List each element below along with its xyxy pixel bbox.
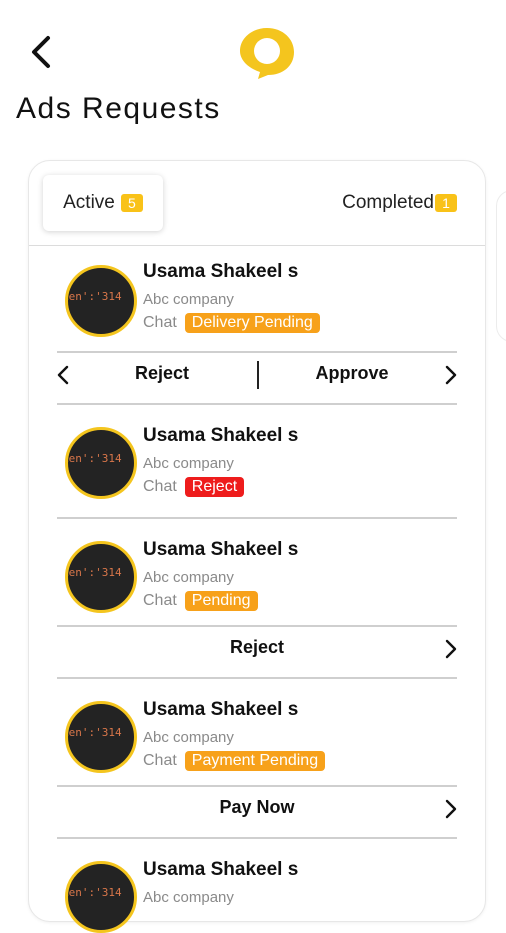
chat-row: Chat Delivery Pending: [143, 313, 320, 333]
tab-active[interactable]: Active 5: [43, 175, 163, 231]
divider: [57, 403, 457, 405]
action-row: Reject: [57, 625, 457, 673]
list-item[interactable]: ken':'314 Usama Shakeel s Abc company Ch…: [57, 531, 457, 621]
tab-active-label: Active: [63, 192, 115, 213]
chevron-right-icon[interactable]: [445, 799, 457, 819]
tab-completed-count-badge: 1: [435, 194, 457, 212]
request-name: Usama Shakeel s: [143, 539, 299, 560]
avatar: ken':'314: [65, 427, 137, 499]
reject-button[interactable]: Reject: [207, 637, 307, 658]
request-company: Abc company: [143, 729, 234, 746]
request-company: Abc company: [143, 889, 234, 906]
avatar: ken':'314: [65, 265, 137, 337]
chevron-right-icon[interactable]: [445, 365, 457, 385]
avatar: ken':'314: [65, 701, 137, 773]
status-badge: Pending: [184, 591, 258, 611]
avatar-text: ken':'314: [65, 566, 122, 579]
chat-link[interactable]: Chat: [143, 314, 177, 332]
chat-bubble-logo-icon: [240, 28, 294, 79]
avatar-text: ken':'314: [65, 726, 122, 739]
request-company: Abc company: [143, 455, 234, 472]
divider: [57, 517, 457, 519]
list-item[interactable]: ken':'314 Usama Shakeel s Abc company Ch…: [57, 417, 457, 517]
avatar-text: ken':'314: [65, 290, 122, 303]
page-title: Ads Requests: [16, 92, 221, 125]
avatar-text: ken':'314: [65, 452, 122, 465]
status-badge: Payment Pending: [184, 751, 326, 771]
chat-row: Chat Pending: [143, 591, 258, 611]
status-badge: Reject: [184, 477, 245, 497]
action-separator: [257, 361, 259, 389]
divider: [57, 837, 457, 839]
divider: [57, 677, 457, 679]
reject-button[interactable]: Reject: [117, 363, 207, 384]
request-name: Usama Shakeel s: [143, 699, 299, 720]
tab-completed[interactable]: Completed 1: [342, 175, 457, 231]
request-name: Usama Shakeel s: [143, 859, 299, 880]
request-company: Abc company: [143, 569, 234, 586]
action-row: Pay Now: [57, 785, 457, 833]
avatar: ken':'314: [65, 541, 137, 613]
chevron-left-icon[interactable]: [26, 34, 58, 70]
list-item[interactable]: ken':'314 Usama Shakeel s Abc company: [57, 851, 457, 933]
list-item[interactable]: ken':'314 Usama Shakeel s Abc company Ch…: [57, 257, 457, 347]
list-item[interactable]: ken':'314 Usama Shakeel s Abc company Ch…: [57, 691, 457, 781]
chevron-right-icon[interactable]: [445, 639, 457, 659]
request-name: Usama Shakeel s: [143, 261, 299, 282]
chat-row: Chat Payment Pending: [143, 751, 326, 771]
avatar-text: ken':'314: [65, 886, 122, 899]
requests-card: Active 5 Completed 1 ken':'314 Usama Sha…: [28, 160, 486, 933]
chevron-left-icon[interactable]: [57, 365, 69, 385]
next-card-edge: [496, 190, 506, 342]
chat-link[interactable]: Chat: [143, 752, 177, 770]
request-company: Abc company: [143, 291, 234, 308]
approve-button[interactable]: Approve: [297, 363, 407, 384]
avatar: ken':'314: [65, 861, 137, 933]
tab-active-count-badge: 5: [120, 194, 143, 212]
status-badge: Delivery Pending: [184, 313, 320, 333]
chat-link[interactable]: Chat: [143, 592, 177, 610]
tab-completed-label: Completed: [342, 192, 434, 213]
pay-now-button[interactable]: Pay Now: [197, 797, 317, 818]
tab-bar: Active 5 Completed 1: [29, 161, 485, 246]
request-name: Usama Shakeel s: [143, 425, 299, 446]
chat-link[interactable]: Chat: [143, 478, 177, 496]
header: Ads Requests: [0, 0, 506, 150]
action-row: Reject Approve: [57, 351, 457, 399]
chat-row: Chat Reject: [143, 477, 245, 497]
